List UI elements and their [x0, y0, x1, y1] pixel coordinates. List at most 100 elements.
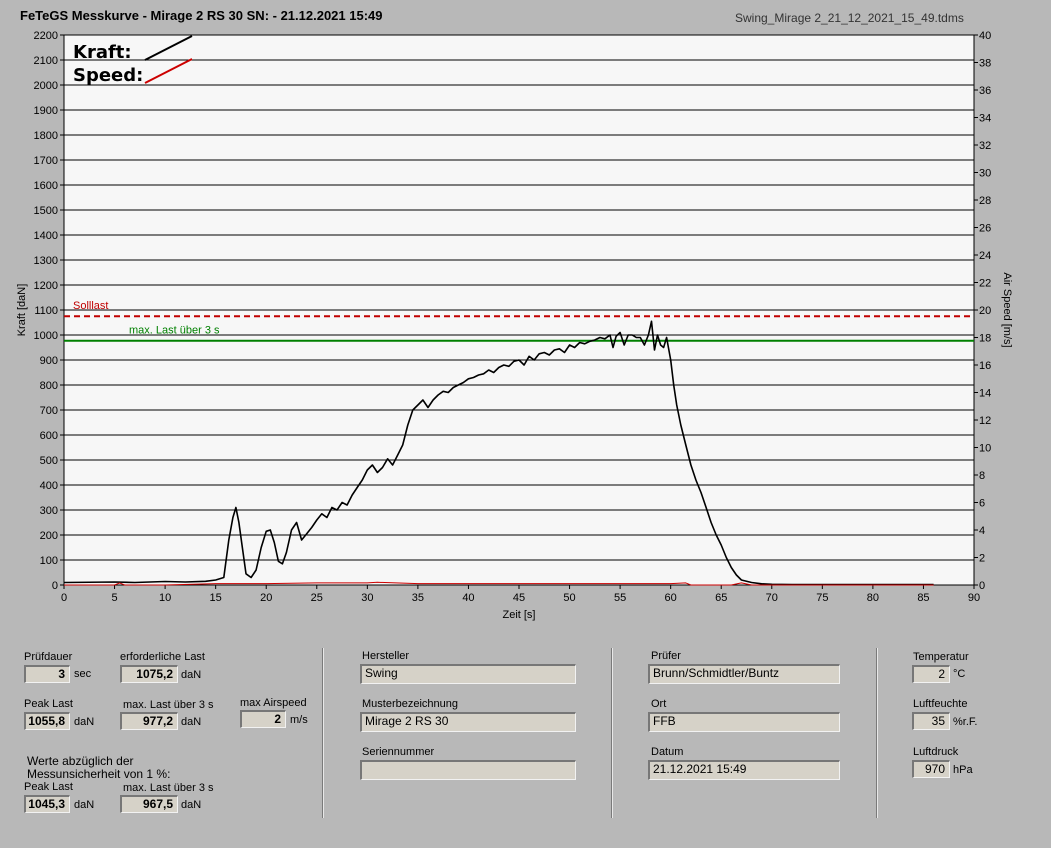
panel-divider-2	[611, 648, 613, 818]
y2-tick-label: 6	[979, 498, 985, 510]
x-tick-label: 40	[462, 592, 474, 604]
pruefdauer-unit: sec	[74, 668, 92, 680]
y-tick-label: 1800	[34, 130, 58, 142]
y2-tick-label: 4	[979, 525, 985, 537]
peak-last2-label: Peak Last	[24, 781, 73, 793]
x-tick-label: 35	[412, 592, 424, 604]
y2-tick-label: 8	[979, 470, 985, 482]
max-airspeed-unit: m/s	[290, 714, 308, 726]
x-tick-label: 20	[260, 592, 272, 604]
x-tick-label: 0	[61, 592, 67, 604]
panel-divider-1	[322, 648, 324, 818]
pruefdauer-label: Prüfdauer	[24, 651, 73, 663]
max-last-unit: daN	[181, 716, 202, 728]
luftfeuchte-unit: %r.F.	[953, 716, 978, 728]
x-tick-label: 70	[766, 592, 778, 604]
y2-tick-label: 18	[979, 333, 991, 345]
x-tick-label: 85	[917, 592, 929, 604]
y2-tick-label: 40	[979, 30, 991, 42]
x-tick-label: 50	[563, 592, 575, 604]
y2-tick-label: 2	[979, 553, 985, 565]
x-tick-label: 60	[665, 592, 677, 604]
solllast-label: Solllast	[73, 300, 108, 312]
y-tick-label: 2100	[34, 55, 58, 67]
y-tick-label: 600	[40, 430, 58, 442]
y-tick-label: 800	[40, 380, 58, 392]
y-tick-label: 1400	[34, 230, 58, 242]
panel-divider-3	[876, 648, 878, 818]
x-tick-label: 25	[311, 592, 323, 604]
y-tick-label: 900	[40, 355, 58, 367]
x-tick-label: 90	[968, 592, 980, 604]
measurement-chart: 0100200300400500600700800900100011001200…	[16, 30, 1013, 621]
y2-tick-label: 0	[979, 580, 985, 592]
y-tick-label: 1200	[34, 280, 58, 292]
y2-axis-label: Air Speed [m/s]	[1001, 272, 1013, 347]
legend-label: Kraft:	[73, 42, 132, 63]
legend-label: Speed:	[73, 65, 143, 86]
y-tick-label: 500	[40, 455, 58, 467]
y2-tick-label: 36	[979, 85, 991, 97]
hersteller-label: Hersteller	[362, 650, 410, 662]
max-last-label: max. Last über 3 s	[123, 699, 214, 711]
x-tick-label: 10	[159, 592, 171, 604]
y-tick-label: 2000	[34, 80, 58, 92]
y2-tick-label: 32	[979, 140, 991, 152]
x-tick-label: 80	[867, 592, 879, 604]
pruefdauer-value: 3	[24, 665, 70, 683]
y2-tick-label: 20	[979, 305, 991, 317]
peak-last2-value: 1045,3	[24, 795, 70, 813]
seriennummer-label: Seriennummer	[362, 746, 435, 758]
temperatur-unit: °C	[953, 668, 966, 680]
erforderliche-last-unit: daN	[181, 669, 202, 681]
max-last2-label: max. Last über 3 s	[123, 782, 214, 794]
y-tick-label: 0	[52, 580, 58, 592]
ort-field[interactable]: FFB	[648, 712, 840, 732]
y-tick-label: 400	[40, 480, 58, 492]
seriennummer-field[interactable]	[360, 760, 576, 780]
x-tick-label: 45	[513, 592, 525, 604]
pruefer-label: Prüfer	[651, 650, 681, 662]
luftdruck-label: Luftdruck	[913, 746, 959, 758]
luftdruck-value: 970	[912, 760, 950, 778]
peak-last2-unit: daN	[74, 799, 95, 811]
werte-label-2: Messunsicherheit von 1 %:	[27, 767, 171, 781]
peak-last-label: Peak Last	[24, 698, 73, 710]
werte-label-1: Werte abzüglich der	[27, 754, 134, 768]
y-tick-label: 700	[40, 405, 58, 417]
max-last2-value: 967,5	[120, 795, 178, 813]
y-tick-label: 2200	[34, 30, 58, 42]
y2-tick-label: 24	[979, 250, 991, 262]
y-tick-label: 1000	[34, 330, 58, 342]
erforderliche-last-label: erforderliche Last	[120, 651, 205, 663]
y-tick-label: 200	[40, 530, 58, 542]
x-tick-label: 75	[816, 592, 828, 604]
y2-tick-label: 16	[979, 360, 991, 372]
y2-tick-label: 30	[979, 168, 991, 180]
y2-tick-label: 26	[979, 223, 991, 235]
y-tick-label: 1600	[34, 180, 58, 192]
y-tick-label: 1700	[34, 155, 58, 167]
y2-tick-label: 22	[979, 278, 991, 290]
x-tick-label: 30	[361, 592, 373, 604]
erforderliche-last-value: 1075,2	[120, 665, 178, 683]
hersteller-field[interactable]: Swing	[360, 664, 576, 684]
x-tick-label: 15	[210, 592, 222, 604]
muster-field[interactable]: Mirage 2 RS 30	[360, 712, 576, 732]
luftdruck-unit: hPa	[953, 764, 973, 776]
temperatur-value: 2	[912, 665, 950, 683]
pruefer-field[interactable]: Brunn/Schmidtler/Buntz	[648, 664, 840, 684]
datum-field[interactable]: 21.12.2021 15:49	[648, 760, 840, 780]
y-tick-label: 100	[40, 555, 58, 567]
y2-tick-label: 10	[979, 443, 991, 455]
x-tick-label: 55	[614, 592, 626, 604]
luftfeuchte-value: 35	[912, 712, 950, 730]
temperatur-label: Temperatur	[913, 651, 969, 663]
luftfeuchte-label: Luftfeuchte	[913, 698, 968, 710]
y-tick-label: 1900	[34, 105, 58, 117]
y2-tick-label: 28	[979, 195, 991, 207]
y-tick-label: 300	[40, 505, 58, 517]
x-tick-label: 5	[111, 592, 117, 604]
y2-tick-label: 38	[979, 58, 991, 70]
x-tick-label: 65	[715, 592, 727, 604]
